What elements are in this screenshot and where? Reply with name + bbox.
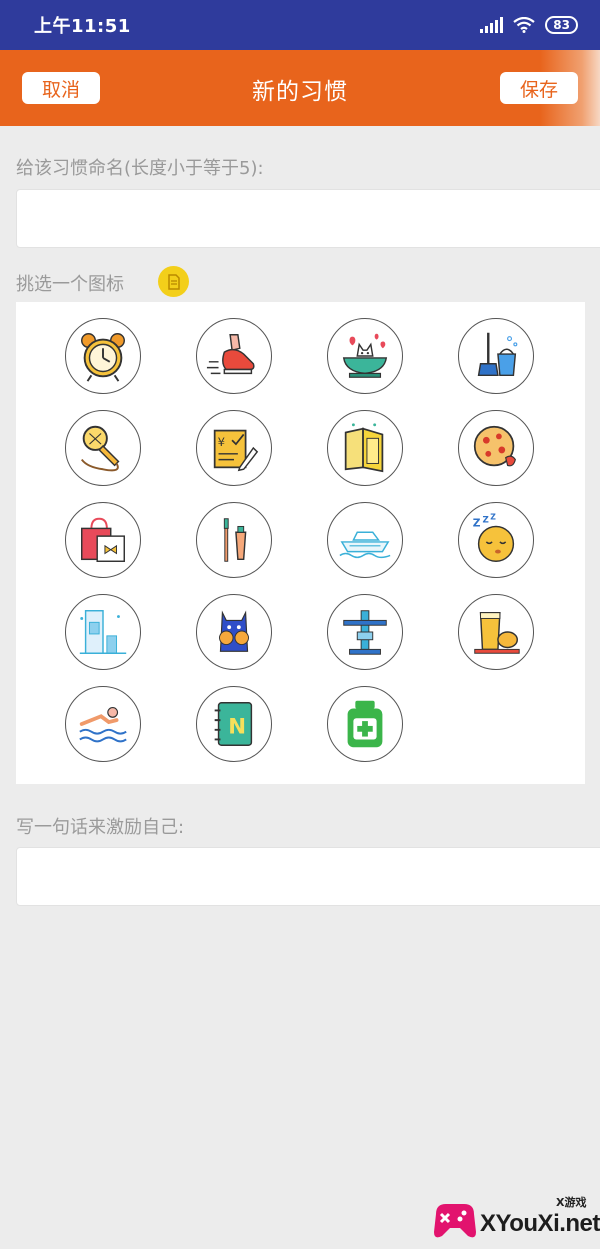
status-indicators: 83 bbox=[480, 16, 578, 34]
bathroom-shower-icon[interactable] bbox=[65, 594, 141, 670]
fitness-machine-icon[interactable] bbox=[327, 594, 403, 670]
blue-cat-icon[interactable] bbox=[196, 594, 272, 670]
cookie-icon[interactable] bbox=[458, 410, 534, 486]
svg-text:Z: Z bbox=[490, 513, 496, 522]
juice-bread-icon[interactable] bbox=[458, 594, 534, 670]
wifi-icon bbox=[513, 17, 535, 33]
cleaning-bucket-icon[interactable] bbox=[458, 318, 534, 394]
icon-grid: ¥ Z Z Z N bbox=[16, 302, 585, 784]
status-time: 上午11:51 bbox=[34, 16, 131, 37]
status-bar: 上午11:51 83 bbox=[0, 0, 600, 50]
running-shoe-icon[interactable] bbox=[196, 318, 272, 394]
sleeping-face-icon[interactable]: Z Z Z bbox=[458, 502, 534, 578]
note-badge-icon[interactable] bbox=[158, 266, 189, 297]
pick-icon-label: 挑选一个图标 bbox=[16, 274, 124, 295]
open-book-icon[interactable] bbox=[327, 410, 403, 486]
finance-note-icon[interactable]: ¥ bbox=[196, 410, 272, 486]
svg-text:N: N bbox=[228, 715, 246, 740]
toothbrush-toothpaste-icon[interactable] bbox=[196, 502, 272, 578]
motto-input[interactable] bbox=[16, 847, 600, 906]
watermark-small-text: X游戏 bbox=[556, 1196, 587, 1209]
alarm-clock-icon[interactable] bbox=[65, 318, 141, 394]
yacht-icon[interactable] bbox=[327, 502, 403, 578]
svg-text:Z: Z bbox=[473, 516, 481, 529]
app-header: 取消 新的习惯 保存 bbox=[0, 50, 600, 126]
watermark: X游戏 XYouXi.net bbox=[430, 1188, 600, 1246]
cat-in-bowl-icon[interactable] bbox=[327, 318, 403, 394]
shopping-bag-icon[interactable] bbox=[65, 502, 141, 578]
gamepad-logo-icon bbox=[434, 1204, 476, 1238]
save-button[interactable]: 保存 bbox=[500, 72, 578, 104]
watermark-brand: XYouXi.net bbox=[480, 1210, 600, 1237]
swimmer-icon[interactable] bbox=[65, 686, 141, 762]
battery-level: 83 bbox=[553, 18, 570, 32]
habit-name-label: 给该习惯命名(长度小于等于5): bbox=[16, 158, 264, 179]
notebook-n-icon[interactable]: N bbox=[196, 686, 272, 762]
medicine-bottle-icon[interactable] bbox=[327, 686, 403, 762]
svg-text:¥: ¥ bbox=[218, 435, 225, 449]
microphone-icon[interactable] bbox=[65, 410, 141, 486]
battery-icon: 83 bbox=[545, 16, 578, 34]
habit-name-input[interactable] bbox=[16, 189, 600, 248]
svg-text:Z: Z bbox=[482, 516, 488, 526]
signal-icon bbox=[480, 17, 504, 33]
motto-label: 写一句话来激励自己: bbox=[16, 817, 185, 838]
